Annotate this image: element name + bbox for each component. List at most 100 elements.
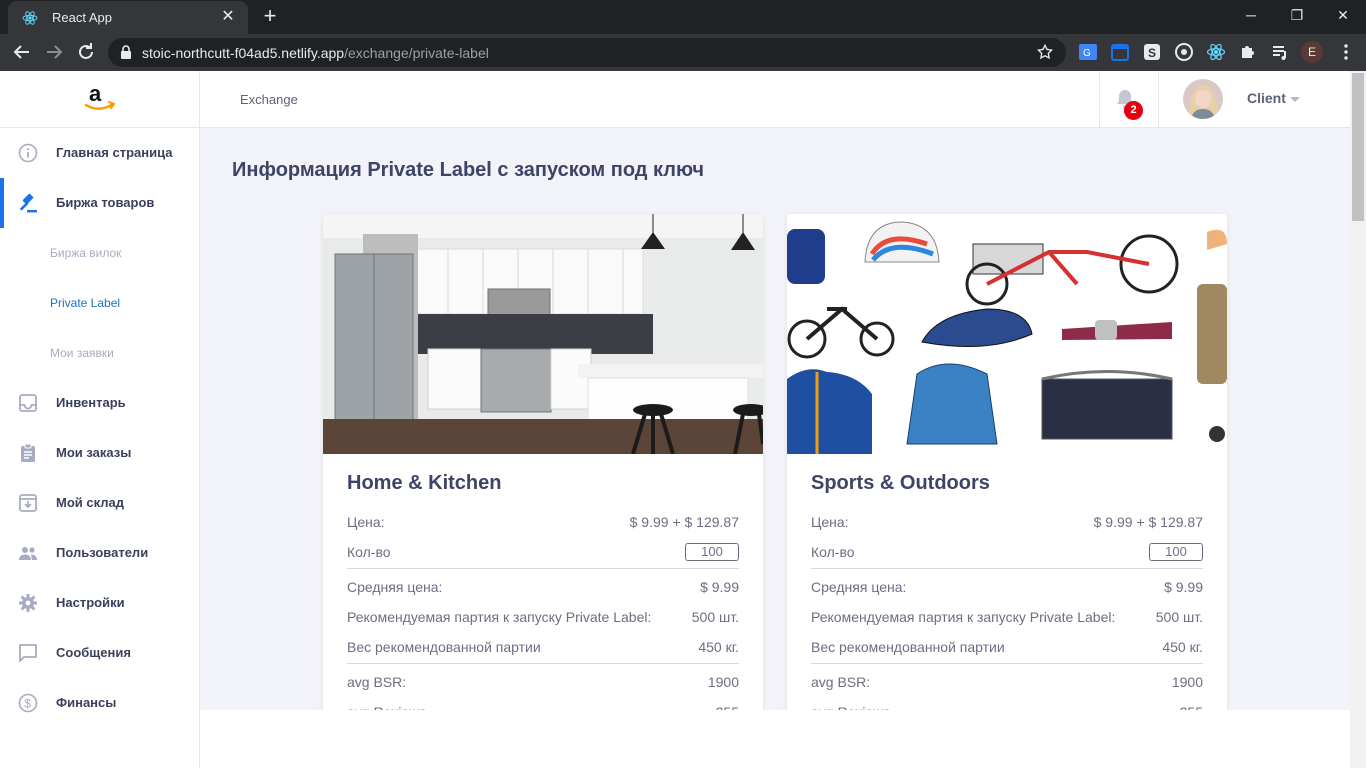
media-queue-icon[interactable] (1270, 42, 1290, 62)
sidebar-subitem-my-requests[interactable]: Мои заявки (0, 328, 199, 378)
new-tab-button[interactable]: + (258, 5, 282, 29)
target-extension-icon[interactable] (1174, 42, 1194, 62)
bsr-row: avg BSR: 1900 (811, 671, 1203, 693)
restore-button[interactable]: ❐ (1274, 0, 1320, 32)
svg-text:G: G (1083, 48, 1091, 59)
quantity-row: Кол-во 100 (347, 541, 739, 563)
avg-price-label: Средняя цена: (811, 579, 907, 595)
weight-label: Вес рекомендованной партии (347, 639, 541, 655)
sidebar-subitem-label: Биржа вилок (50, 246, 122, 260)
chevron-down-icon[interactable] (1290, 97, 1300, 102)
translate-extension-icon[interactable]: G (1078, 42, 1098, 62)
browser-menu-icon[interactable] (1336, 42, 1356, 62)
quantity-input[interactable]: 100 (1149, 543, 1203, 561)
divider (811, 663, 1203, 664)
bsr-value: 1900 (1171, 674, 1203, 690)
sidebar-item-label: Настройки (56, 595, 125, 610)
users-icon (19, 547, 37, 560)
batch-value: 500 шт. (691, 609, 739, 625)
product-card-home-kitchen[interactable]: Home & Kitchen Цена: $ 9.99 + $ 129.87 К… (323, 214, 763, 734)
dollar-icon: $ (18, 693, 38, 713)
sidebar-item-users[interactable]: Пользователи (0, 528, 199, 578)
sidebar-item-label: Главная страница (56, 145, 173, 160)
bsr-value: 1900 (707, 674, 739, 690)
url-path: /exchange/private-label (344, 45, 489, 61)
sidebar-subitem-private-label[interactable]: Private Label (0, 278, 199, 328)
divider (347, 663, 739, 664)
sidebar-item-label: Сообщения (56, 645, 131, 660)
page-title: Информация Private Label с запуском под … (232, 159, 704, 181)
sidebar-item-inventory[interactable]: Инвентарь (0, 378, 199, 428)
page-scrollbar[interactable] (1350, 71, 1366, 768)
batch-value: 500 шт. (1155, 609, 1203, 625)
sidebar-item-label: Пользователи (56, 545, 149, 560)
svg-text:$: $ (24, 697, 31, 711)
footer (200, 710, 1350, 768)
sidebar-item-my-warehouse[interactable]: Мой склад (0, 478, 199, 528)
react-icon (22, 11, 38, 25)
bookmark-star-icon[interactable] (1036, 43, 1054, 61)
price-value: $ 9.99 + $ 129.87 (629, 514, 739, 530)
gavel-icon (19, 193, 37, 213)
tab-title: React App (52, 10, 112, 25)
sidebar-item-messages[interactable]: Сообщения (0, 628, 199, 678)
url-host: stoic-northcutt-f04ad5.netlify.app (142, 45, 345, 61)
s-extension-icon[interactable]: S (1142, 42, 1162, 62)
user-avatar-image (1183, 79, 1223, 119)
calendar-extension-icon[interactable] (1110, 42, 1130, 62)
extensions-puzzle-icon[interactable] (1238, 42, 1258, 62)
topbar: Exchange 2 Client (200, 71, 1350, 128)
quantity-label: Кол-во (347, 544, 391, 560)
sidebar-item-finance[interactable]: $ Финансы (0, 678, 199, 728)
browser-tab[interactable]: React App ✕ (8, 1, 248, 34)
window-close-button[interactable]: ✕ (1320, 0, 1366, 32)
weight-label: Вес рекомендованной партии (811, 639, 1005, 655)
bsr-label: avg BSR: (347, 674, 407, 690)
forward-icon[interactable] (42, 40, 66, 64)
product-card-sports-outdoors[interactable]: Sports & Outdoors Цена: $ 9.99 + $ 129.8… (787, 214, 1227, 734)
clipboard-icon (21, 443, 35, 462)
divider (347, 568, 739, 569)
react-devtools-icon[interactable] (1206, 42, 1226, 62)
topbar-divider (1158, 71, 1159, 128)
quantity-input[interactable]: 100 (685, 543, 739, 561)
quantity-row: Кол-во 100 (811, 541, 1203, 563)
scrollbar-thumb[interactable] (1352, 73, 1364, 221)
browser-profile-avatar[interactable]: E (1301, 41, 1323, 63)
back-icon[interactable] (10, 40, 34, 64)
tab-close-icon[interactable]: ✕ (218, 7, 238, 27)
breadcrumb[interactable]: Exchange (240, 92, 298, 107)
price-row: Цена: $ 9.99 + $ 129.87 (347, 511, 739, 533)
user-name[interactable]: Client (1247, 90, 1286, 106)
topbar-divider (1099, 71, 1100, 128)
price-row: Цена: $ 9.99 + $ 129.87 (811, 511, 1203, 533)
warehouse-icon (19, 494, 37, 512)
reload-icon[interactable] (74, 40, 98, 64)
card-title: Sports & Outdoors (811, 472, 990, 494)
browser-tabstrip: React App ✕ + ─ ❐ ✕ (0, 0, 1366, 34)
sidebar-subitem-label: Private Label (50, 296, 121, 310)
app-viewport: a Главная страница Биржа товаров Биржа в… (0, 71, 1350, 768)
sidebar-item-label: Мои заказы (56, 445, 132, 460)
avatar[interactable] (1183, 79, 1223, 119)
price-label: Цена: (811, 514, 849, 530)
batch-row: Рекомендуемая партия к запуску Private L… (347, 606, 739, 628)
batch-label: Рекомендуемая партия к запуску Private L… (347, 609, 652, 625)
bsr-label: avg BSR: (811, 674, 871, 690)
avg-price-value: $ 9.99 (700, 579, 739, 595)
bsr-row: avg BSR: 1900 (347, 671, 739, 693)
sidebar-item-my-orders[interactable]: Мои заказы (0, 428, 199, 478)
weight-value: 450 кг. (1162, 639, 1203, 655)
amazon-logo[interactable]: a (0, 71, 200, 128)
sidebar-item-home[interactable]: Главная страница (0, 128, 199, 178)
sidebar: a Главная страница Биржа товаров Биржа в… (0, 71, 200, 768)
sidebar-item-label: Финансы (56, 695, 117, 710)
sidebar-item-settings[interactable]: Настройки (0, 578, 199, 628)
address-bar[interactable]: stoic-northcutt-f04ad5.netlify.app/excha… (108, 38, 1066, 67)
sidebar-item-exchange[interactable]: Биржа товаров (0, 178, 199, 228)
svg-text:S: S (1148, 46, 1156, 60)
weight-row: Вес рекомендованной партии 450 кг. (811, 636, 1203, 658)
batch-label: Рекомендуемая партия к запуску Private L… (811, 609, 1116, 625)
sidebar-subitem-forks[interactable]: Биржа вилок (0, 228, 199, 278)
minimize-button[interactable]: ─ (1228, 0, 1274, 32)
